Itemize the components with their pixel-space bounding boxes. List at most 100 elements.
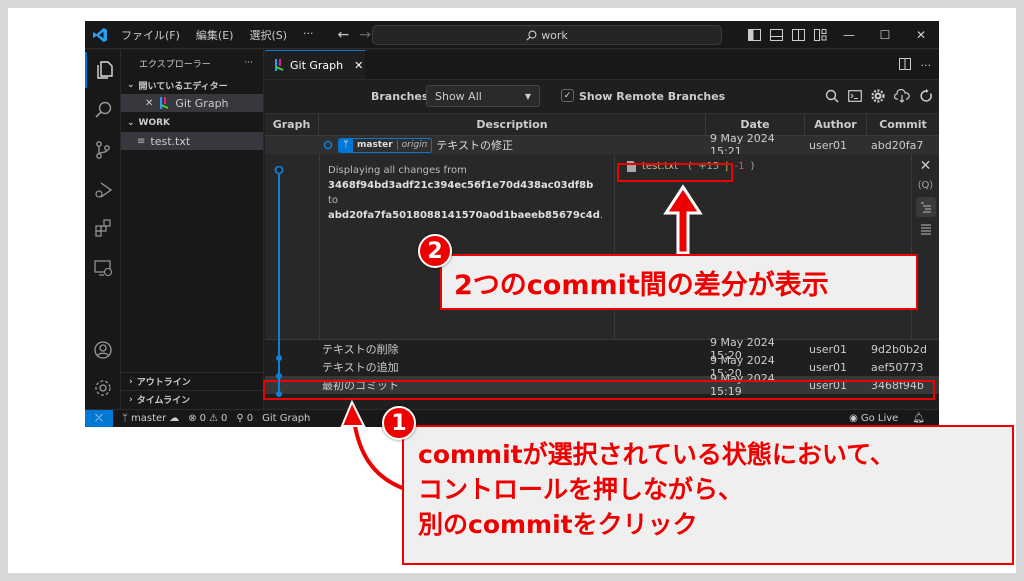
branches-value: Show All (435, 89, 482, 103)
period: . (599, 210, 604, 221)
to-word: to (328, 195, 339, 206)
show-remote-branches-checkbox[interactable]: ✓ (561, 89, 574, 102)
notifications-bell-icon[interactable]: 🔔︎ (912, 413, 925, 424)
sync-cloud-icon: ☁ (169, 413, 180, 424)
split-editor-icon[interactable] (898, 57, 911, 73)
menu-selection[interactable]: 選択(S) (247, 25, 289, 45)
extensions-icon[interactable] (85, 210, 121, 246)
commit-hash: 9d2b0b2d (871, 342, 927, 356)
toggle-secondary-sidebar-icon[interactable] (787, 29, 809, 41)
vscode-window: ファイル(F) 編集(E) 選択(S) ··· ← → work — ☐ ✕ エ… (85, 21, 939, 427)
customize-layout-icon[interactable] (809, 29, 831, 41)
menu-bar: ファイル(F) 編集(E) 選択(S) ··· (119, 25, 316, 45)
menu-edit[interactable]: 編集(E) (194, 25, 236, 45)
explorer-title: エクスプローラー (139, 59, 211, 70)
deletions-count: -1 (734, 161, 745, 172)
close-tab-icon[interactable]: ✕ (354, 59, 363, 72)
annotation-step1-line: 別のcommitをクリック (418, 510, 698, 539)
git-graph-status[interactable]: Git Graph (262, 413, 310, 424)
commit-message: テキストの追加 (322, 361, 399, 374)
outline-section[interactable]: › アウトライン (121, 372, 264, 390)
workspace-section[interactable]: ⌄ WORK (121, 114, 263, 132)
remote-indicator-icon[interactable]: ⤫ (85, 409, 113, 427)
problems-status[interactable]: ⊗ 0 ⚠ 0 (188, 413, 227, 424)
branches-dropdown[interactable]: Show All ▼ (426, 85, 540, 107)
fetch-cloud-icon[interactable] (893, 88, 910, 106)
commit-author: user01 (809, 138, 847, 152)
open-editors-label: 開いているエディター (138, 81, 228, 92)
warning-icon: ⚠ (209, 413, 218, 424)
remote-explorer-icon[interactable] (85, 250, 121, 286)
tree-view-icon[interactable] (915, 197, 936, 217)
error-icon: ⊗ (188, 413, 197, 424)
toggle-primary-sidebar-icon[interactable] (743, 29, 765, 41)
maximize-icon[interactable]: ☐ (867, 28, 903, 42)
annotation-step2-number: 2 (418, 234, 452, 268)
close-editor-icon[interactable]: ✕ (145, 98, 153, 109)
commit-message: テキストの削除 (322, 343, 399, 356)
explorer-more-button[interactable]: ··· (244, 58, 253, 68)
close-details-icon[interactable]: ✕ (920, 158, 932, 174)
workspace-label: WORK (138, 118, 171, 128)
warning-count: 0 (221, 413, 228, 424)
search-view-icon[interactable] (85, 92, 121, 128)
ports-status[interactable]: ⚲ 0 (236, 413, 253, 424)
comparison-summary: Displaying all changes from 3468f94bd3ad… (319, 154, 615, 340)
branch-badge[interactable]: ᛘ master origin (338, 137, 433, 153)
commit-row[interactable]: ᛘ master origin テキストの修正 9 May 2024 15:21… (265, 132, 939, 158)
commit-details-panel: Displaying all changes from 3468f94bd3ad… (265, 154, 939, 340)
chevron-right-icon: › (129, 394, 133, 405)
terminal-icon[interactable] (848, 89, 862, 106)
header-description: Description (319, 114, 706, 135)
branches-label: Branches: (371, 90, 433, 103)
header-commit: Commit (879, 118, 927, 131)
commit-author: user01 (809, 342, 847, 356)
more-actions-icon[interactable]: ··· (921, 59, 932, 72)
git-graph-icon (275, 59, 284, 71)
list-view-icon[interactable] (920, 223, 932, 238)
minimize-icon[interactable]: — (831, 28, 867, 42)
back-arrow-icon[interactable]: ← (338, 27, 350, 43)
text-file-icon: ≡ (137, 135, 146, 147)
file-item-test-txt[interactable]: ≡ test.txt (121, 132, 263, 150)
code-review-icon[interactable]: ⟨Q⟩ (918, 180, 934, 191)
commit-date: 9 May 2024 15:21 (710, 132, 775, 158)
command-center-search[interactable]: work (372, 25, 722, 45)
forward-arrow-icon[interactable]: → (359, 27, 371, 43)
ports-icon: ⚲ (236, 413, 244, 424)
run-debug-icon[interactable] (85, 172, 121, 208)
git-graph-controls: Branches: Show All ▼ ✓ Show Remote Branc… (265, 80, 939, 114)
timeline-label: タイムライン (136, 396, 191, 406)
chevron-down-icon: ⌄ (127, 118, 135, 128)
commit-row[interactable]: テキストの追加 9 May 2024 15:20 user01 aef50773 (265, 354, 939, 380)
commit-message: テキストの修正 (436, 139, 513, 152)
commit-row[interactable]: テキストの削除 9 May 2024 15:20 user01 9d2b0b2d (265, 336, 939, 362)
accounts-icon[interactable] (85, 332, 121, 368)
branch-name: master (357, 140, 393, 150)
from-hash: 3468f94bd3adf21c394ec56f1e70d438ac03df8b (328, 180, 594, 191)
close-window-icon[interactable]: ✕ (903, 28, 939, 42)
commit-author: user01 (809, 360, 847, 374)
ports-count: 0 (246, 413, 254, 424)
menu-more[interactable]: ··· (301, 25, 316, 45)
go-live-button[interactable]: ◉ Go Live (849, 413, 898, 424)
toggle-panel-icon[interactable] (765, 29, 787, 41)
vscode-logo-icon (85, 21, 115, 49)
explorer-icon[interactable] (85, 52, 121, 88)
timeline-section[interactable]: › タイムライン (121, 390, 264, 408)
open-editor-git-graph[interactable]: ✕ Git Graph (121, 94, 263, 112)
settings-icon[interactable] (871, 88, 885, 106)
highlight-changed-file (617, 163, 733, 182)
open-editors-section[interactable]: ⌄ 開いているエディター (121, 76, 263, 94)
explorer-sidebar: エクスプローラー ··· ⌄ 開いているエディター ✕ Git Graph ⌄ … (121, 50, 264, 409)
branch-status[interactable]: ᛘ master ☁ (122, 413, 179, 424)
commit-table-header: Graph Description Date Author Commit (265, 114, 939, 136)
summary-line: Displaying all changes from (328, 165, 467, 176)
tab-git-graph[interactable]: Git Graph ✕ (265, 50, 365, 79)
settings-gear-icon[interactable] (85, 370, 121, 406)
menu-file[interactable]: ファイル(F) (119, 25, 182, 45)
find-icon[interactable] (825, 89, 839, 106)
source-control-icon[interactable] (85, 132, 121, 168)
refresh-icon[interactable] (919, 88, 933, 106)
error-count: 0 (199, 413, 207, 424)
